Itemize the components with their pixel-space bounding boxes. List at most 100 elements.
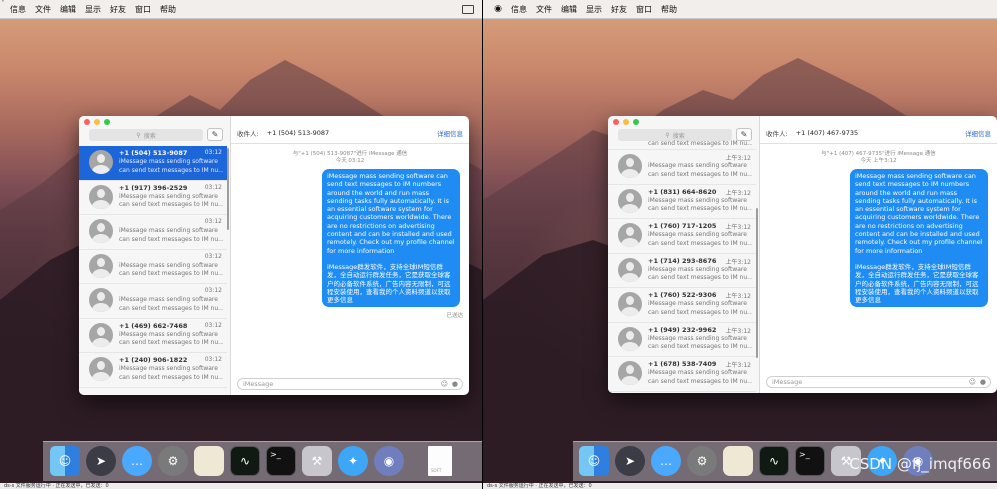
menu-edit[interactable]: 编辑 xyxy=(60,4,76,15)
sidebar-scrollbar[interactable] xyxy=(756,208,758,358)
conversation-row[interactable]: +1 (917) 396-2529 03:12 iMessage mass se… xyxy=(79,181,227,215)
close-icon[interactable] xyxy=(613,119,619,125)
sidebar-scrollbar[interactable] xyxy=(227,148,229,230)
screen-mirror-icon[interactable] xyxy=(462,5,474,14)
xcode-icon[interactable]: ⚒ xyxy=(302,446,332,476)
preview-icon[interactable] xyxy=(194,446,224,476)
menu-view[interactable]: 显示 xyxy=(85,4,101,15)
activity-monitor-icon[interactable]: ∿ xyxy=(230,446,260,476)
message-preview: can send text messages to IM nu... xyxy=(648,140,752,147)
launchpad-icon[interactable]: ➤ xyxy=(86,446,116,476)
menu-edit[interactable]: 编辑 xyxy=(561,4,577,15)
header-divider xyxy=(231,143,469,144)
messages-window: ⚲ 搜索 ✎ +1 (504) 513-9087 03:12 iMessage … xyxy=(79,116,469,395)
menu-help[interactable]: 帮助 xyxy=(160,4,176,15)
conversation-meta: 与"+1 (504) 513-9087"进行 iMessage 通信 今天 03… xyxy=(231,151,469,165)
right-screen: ◉ 信息 文件 编辑 显示 好友 窗口 帮助 ⚲ 搜索 ✎ can send t… xyxy=(483,0,997,489)
messages-icon[interactable]: … xyxy=(122,446,152,476)
contact-name: +1 (831) 664-8620 xyxy=(648,187,717,196)
minimize-icon[interactable] xyxy=(94,119,100,125)
menu-file[interactable]: 文件 xyxy=(536,4,552,15)
conversation-row[interactable]: +1 (240) 906-1822 03:12 iMessage mass se… xyxy=(79,353,227,388)
message-input[interactable]: iMessage ☺ ● xyxy=(237,378,463,390)
message-preview: iMessage mass sending software can send t… xyxy=(648,334,752,351)
conversation-row[interactable]: 03:12 iMessage mass sending software can … xyxy=(79,250,227,284)
contact-name: +1 (760) 522-9306 xyxy=(648,291,717,299)
compose-icon[interactable]: ✎ xyxy=(207,128,223,141)
message-time: 03:12 xyxy=(204,183,222,191)
message-time: 03:12 xyxy=(204,149,222,156)
details-button[interactable]: 详细信息 xyxy=(437,128,463,138)
finder-icon[interactable]: ☺ xyxy=(50,446,80,476)
delivered-status: 已送达 xyxy=(446,313,463,319)
conversation-row[interactable]: can send text messages to IM nu... xyxy=(608,138,756,150)
launchpad-icon[interactable]: ➤ xyxy=(615,446,645,476)
status-bar: ds-s 文件服务运行中 · 正在发送中，已发送：0 xyxy=(483,483,997,489)
document-icon[interactable]: SOFT xyxy=(428,446,452,476)
conversation-row[interactable]: +1 (831) 664-8620 上午3:12 iMessage mass s… xyxy=(608,185,756,219)
close-icon[interactable] xyxy=(84,119,90,125)
message-input[interactable]: iMessage ☺ ● xyxy=(766,376,991,388)
contact-name: +1 (240) 906-1822 xyxy=(119,356,188,364)
contact-name: +1 (504) 513-9087 xyxy=(119,149,188,157)
conversation-pane: 收件人: +1 (504) 513-9087 详细信息 与"+1 (504) 5… xyxy=(231,116,469,395)
message-preview: iMessage mass sending software can send t… xyxy=(119,261,223,278)
contact-name: +1 (678) 538-7409 xyxy=(648,360,717,368)
conversation-row[interactable]: 上午3:12 iMessage mass sending software can… xyxy=(608,150,756,185)
finder-icon[interactable]: ☺ xyxy=(579,446,609,476)
emoji-icon[interactable]: ☺ xyxy=(969,378,976,386)
activity-monitor-icon[interactable]: ∿ xyxy=(759,446,789,476)
emoji-icon[interactable]: ☺ xyxy=(441,380,448,388)
menu-messages[interactable]: 信息 xyxy=(511,4,527,15)
message-bubble[interactable]: iMessage mass sending software can send … xyxy=(850,169,988,308)
minimize-icon[interactable] xyxy=(623,119,629,125)
microphone-icon[interactable]: ● xyxy=(980,378,986,386)
conversation-row[interactable]: +1 (949) 232-9962 上午3:12 iMessage mass s… xyxy=(608,323,756,357)
apple-icon[interactable]: ◉ xyxy=(491,4,505,14)
conversation-row[interactable]: 03:12 iMessage mass sending software can … xyxy=(79,215,227,250)
menu-bar: ◉ 信息 文件 编辑 显示 好友 窗口 帮助 xyxy=(483,0,997,19)
message-preview: iMessage mass sending software can send t… xyxy=(119,158,223,174)
menu-buddies[interactable]: 好友 xyxy=(611,4,627,15)
system-preferences-icon[interactable]: ⚙ xyxy=(158,446,188,476)
conversation-row[interactable]: +1 (469) 662-7468 03:12 iMessage mass se… xyxy=(79,319,227,353)
messages-icon[interactable]: … xyxy=(651,446,681,476)
menu-help[interactable]: 帮助 xyxy=(661,4,677,15)
details-button[interactable]: 详细信息 xyxy=(965,128,991,138)
imessage-with-label: 与"+1 (504) 513-9087"进行 iMessage 通信 xyxy=(292,151,408,157)
message-preview: iMessage mass sending software can send t… xyxy=(648,162,752,178)
menu-file[interactable]: 文件 xyxy=(35,4,51,15)
menu-window[interactable]: 窗口 xyxy=(636,4,652,15)
message-preview: iMessage mass sending software can send t… xyxy=(119,365,223,381)
zoom-icon[interactable] xyxy=(104,119,110,125)
preview-icon[interactable] xyxy=(723,446,753,476)
left-screen: ip07-181009 信息 文件 编辑 显示 好友 窗口 帮助 ⚲ 搜索 ✎ … xyxy=(0,0,482,489)
messages-window: ⚲ 搜索 ✎ can send text messages to IM nu..… xyxy=(608,116,997,393)
message-time: 上午3:12 xyxy=(725,293,751,300)
network-utility-icon[interactable]: ◉ xyxy=(374,446,404,476)
conversation-row[interactable]: +1 (760) 522-9306 上午3:12 iMessage mass s… xyxy=(608,288,756,323)
message-preview: iMessage mass sending software can send t… xyxy=(119,192,223,209)
zoom-icon[interactable] xyxy=(633,119,639,125)
safari-icon[interactable]: ✦ xyxy=(338,446,368,476)
recipient-field[interactable]: +1 (407) 467-9735 xyxy=(796,129,859,137)
terminal-icon[interactable]: >_ xyxy=(266,446,296,476)
search-input[interactable]: ⚲ 搜索 xyxy=(89,129,203,141)
terminal-icon[interactable]: >_ xyxy=(795,446,825,476)
message-time: 上午3:12 xyxy=(725,258,751,266)
menu-buddies[interactable]: 好友 xyxy=(110,4,126,15)
menu-view[interactable]: 显示 xyxy=(586,4,602,15)
message-time: 03:12 xyxy=(204,356,222,363)
microphone-icon[interactable]: ● xyxy=(452,380,458,388)
conversation-row[interactable]: 03:12 iMessage mass sending software can … xyxy=(79,284,227,319)
conversation-row[interactable]: +1 (714) 293-8676 上午3:12 iMessage mass s… xyxy=(608,254,756,288)
recipient-field[interactable]: +1 (504) 513-9087 xyxy=(267,129,330,137)
system-preferences-icon[interactable]: ⚙ xyxy=(687,446,717,476)
conversation-row[interactable]: +1 (760) 717-1205 上午3:12 iMessage mass s… xyxy=(608,219,756,254)
menu-window[interactable]: 窗口 xyxy=(135,4,151,15)
conversation-row[interactable]: +1 (504) 513-9087 03:12 iMessage mass se… xyxy=(79,146,227,181)
contact-name: +1 (949) 232-9962 xyxy=(648,325,717,334)
menu-messages[interactable]: 信息 xyxy=(10,4,26,15)
conversation-row[interactable]: +1 (678) 538-7409 上午3:12 iMessage mass s… xyxy=(608,357,756,392)
message-bubble[interactable]: iMessage mass sending software can send … xyxy=(322,169,460,308)
